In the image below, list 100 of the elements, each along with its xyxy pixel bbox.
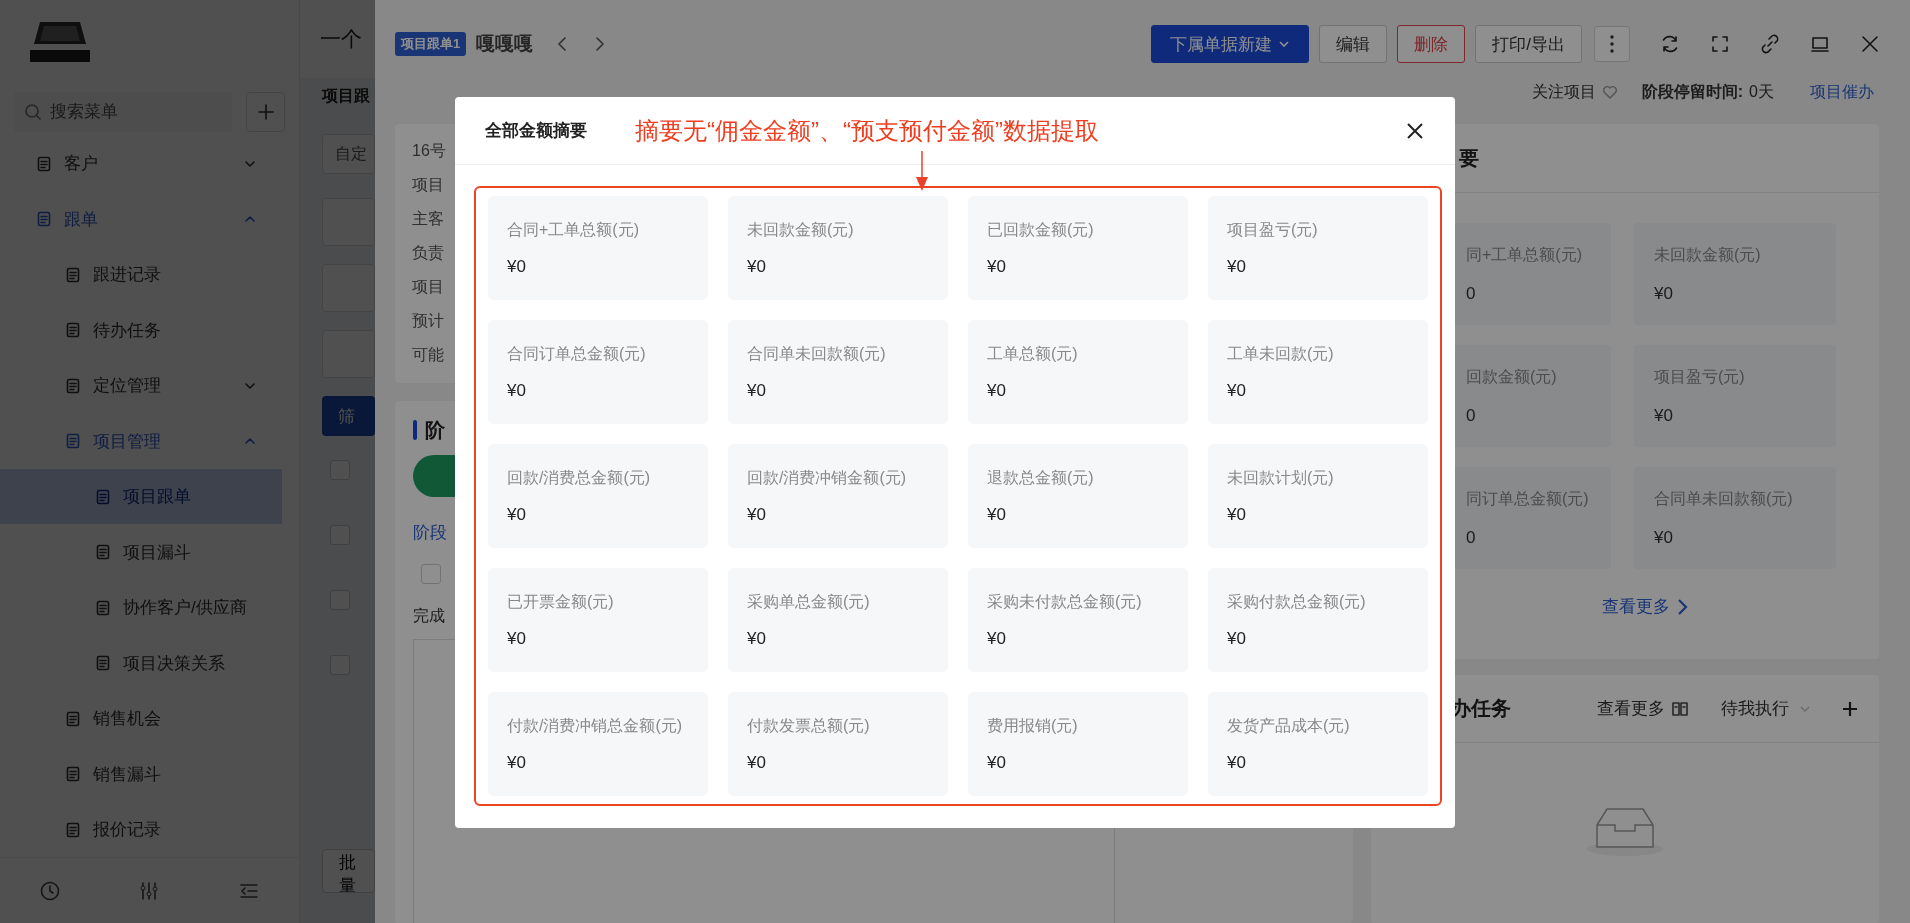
menu-item[interactable]: 项目管理	[0, 413, 282, 469]
info-text: 预计	[412, 311, 444, 331]
menu-item[interactable]: 定位管理	[0, 357, 282, 414]
menu-item[interactable]: 报价记录	[0, 801, 282, 858]
document-icon	[36, 155, 52, 172]
info-text: 项目	[412, 277, 444, 297]
caret-icon	[1278, 38, 1291, 50]
filter-button[interactable]: 筛	[322, 396, 375, 436]
amount-label: 合同单未回款额(元)	[1654, 489, 1794, 509]
action-button[interactable]: 删除	[1397, 25, 1466, 63]
amount-label: 已开票金额(元)	[507, 592, 615, 612]
amount-value: ¥0	[1654, 284, 1674, 304]
amount-label: 付款/消费冲销总金额(元)	[507, 716, 684, 736]
amount-value: ¥0	[507, 381, 527, 401]
stage-link[interactable]: 阶段	[413, 521, 447, 544]
amount-label: 回款/消费冲销金额(元)	[747, 468, 908, 488]
checkbox[interactable]	[421, 564, 441, 584]
follow-link[interactable]: 关注项目	[1531, 81, 1596, 103]
amount-label: 项目盈亏(元)	[1227, 220, 1319, 240]
amount-label: 采购付款总金额(元)	[1227, 592, 1367, 612]
urge-link[interactable]: 项目催办	[1810, 81, 1874, 103]
chevron-right-icon	[1676, 597, 1688, 616]
amount-value: ¥0	[747, 381, 767, 401]
filter-field[interactable]	[322, 330, 375, 378]
stay-label: 阶段停留时间:	[1641, 81, 1744, 102]
amount-value: 0	[1466, 406, 1477, 426]
document-icon	[95, 599, 111, 616]
empty-inbox-icon	[1585, 805, 1665, 857]
amount-label: 回款/消费总金额(元)	[507, 468, 652, 488]
document-icon	[36, 211, 52, 228]
amount-label: 采购单总金额(元)	[747, 592, 871, 612]
section-title: 项目跟	[322, 86, 371, 106]
menu-item[interactable]: 项目漏斗	[0, 524, 282, 580]
document-icon	[95, 655, 111, 672]
action-button[interactable]: 打印/导出	[1475, 25, 1582, 63]
menu-item[interactable]: 待办任务	[0, 302, 282, 358]
page-title: 一个	[300, 0, 375, 78]
amount-label: 发货产品成本(元)	[1227, 716, 1351, 736]
link-icon[interactable]	[1760, 34, 1780, 54]
close-icon[interactable]	[1405, 120, 1425, 141]
amount-value: ¥0	[747, 257, 767, 277]
amount-value: ¥0	[987, 753, 1007, 773]
amount-value: ¥0	[507, 629, 527, 649]
refresh-icon[interactable]	[1660, 34, 1680, 54]
filter-dropdown[interactable]: 待我执行	[1721, 697, 1811, 720]
document-icon	[65, 766, 81, 783]
view-more-link[interactable]: 查看更多	[1597, 697, 1665, 720]
batch-button[interactable]: 批量	[322, 849, 375, 893]
menu-item[interactable]: 项目决策关系	[0, 635, 282, 691]
amount-label: 合同单未回款额(元)	[747, 344, 887, 364]
info-text: 项目	[412, 175, 444, 195]
menu-item[interactable]: 跟单	[0, 191, 282, 247]
document-icon	[95, 488, 111, 505]
add-button[interactable]	[246, 92, 285, 132]
record-name: 嘎嘎嘎	[476, 32, 534, 56]
history-icon[interactable]	[38, 879, 61, 902]
plus-icon	[256, 103, 275, 121]
filter-field[interactable]	[322, 264, 375, 312]
heart-icon[interactable]	[1601, 84, 1618, 100]
amount-label: 已回款金额(元)	[987, 220, 1095, 240]
amount-value: ¥0	[987, 257, 1007, 277]
document-icon	[65, 433, 81, 450]
card-title: 要	[1459, 145, 1479, 171]
amount-value: ¥0	[987, 505, 1007, 525]
more-icon[interactable]	[1594, 26, 1630, 62]
action-button[interactable]: 编辑	[1319, 25, 1388, 63]
menu-item[interactable]: 销售机会	[0, 690, 282, 747]
amount-value: ¥0	[747, 505, 767, 525]
search-icon	[24, 103, 42, 121]
menu-item[interactable]: 协作客户/供应商	[0, 579, 282, 636]
stage-title: 阶	[425, 417, 445, 443]
amount-value: 0	[1466, 284, 1477, 304]
menu-item[interactable]: 客户	[0, 135, 282, 192]
sliders-icon[interactable]	[138, 879, 161, 902]
stay-value: 0天	[1749, 81, 1774, 102]
amount-label: 工单未回款(元)	[1227, 344, 1335, 364]
amount-value: ¥0	[1227, 381, 1247, 401]
info-text: 负责	[412, 243, 444, 263]
info-text: 主客	[412, 209, 444, 229]
view-more-link[interactable]: 查看更多	[1602, 595, 1688, 618]
amount-value: ¥0	[747, 753, 767, 773]
amount-value: ¥0	[747, 629, 767, 649]
amount-value: ¥0	[987, 629, 1007, 649]
amount-label: 工单总额(元)	[987, 344, 1079, 364]
filter-field[interactable]	[322, 198, 375, 246]
amount-label: 付款发票总额(元)	[747, 716, 871, 736]
amount-label: 合同订单总金额(元)	[507, 344, 647, 364]
document-icon	[65, 322, 81, 339]
fullscreen-icon[interactable]	[1710, 34, 1730, 54]
plus-icon[interactable]	[1841, 699, 1859, 718]
info-text: 可能	[412, 345, 444, 365]
book-icon[interactable]	[1671, 699, 1689, 718]
menu-item[interactable]: 销售漏斗	[0, 746, 282, 802]
amount-value: ¥0	[1654, 406, 1674, 426]
amount-label: 未回款金额(元)	[1654, 245, 1762, 265]
document-icon	[65, 377, 81, 394]
monitor-icon[interactable]	[1810, 34, 1830, 54]
amount-label: 未回款金额(元)	[747, 220, 855, 240]
menu-item[interactable]: 跟进记录	[0, 246, 282, 303]
action-button[interactable]: 下属单据新建	[1151, 25, 1310, 63]
